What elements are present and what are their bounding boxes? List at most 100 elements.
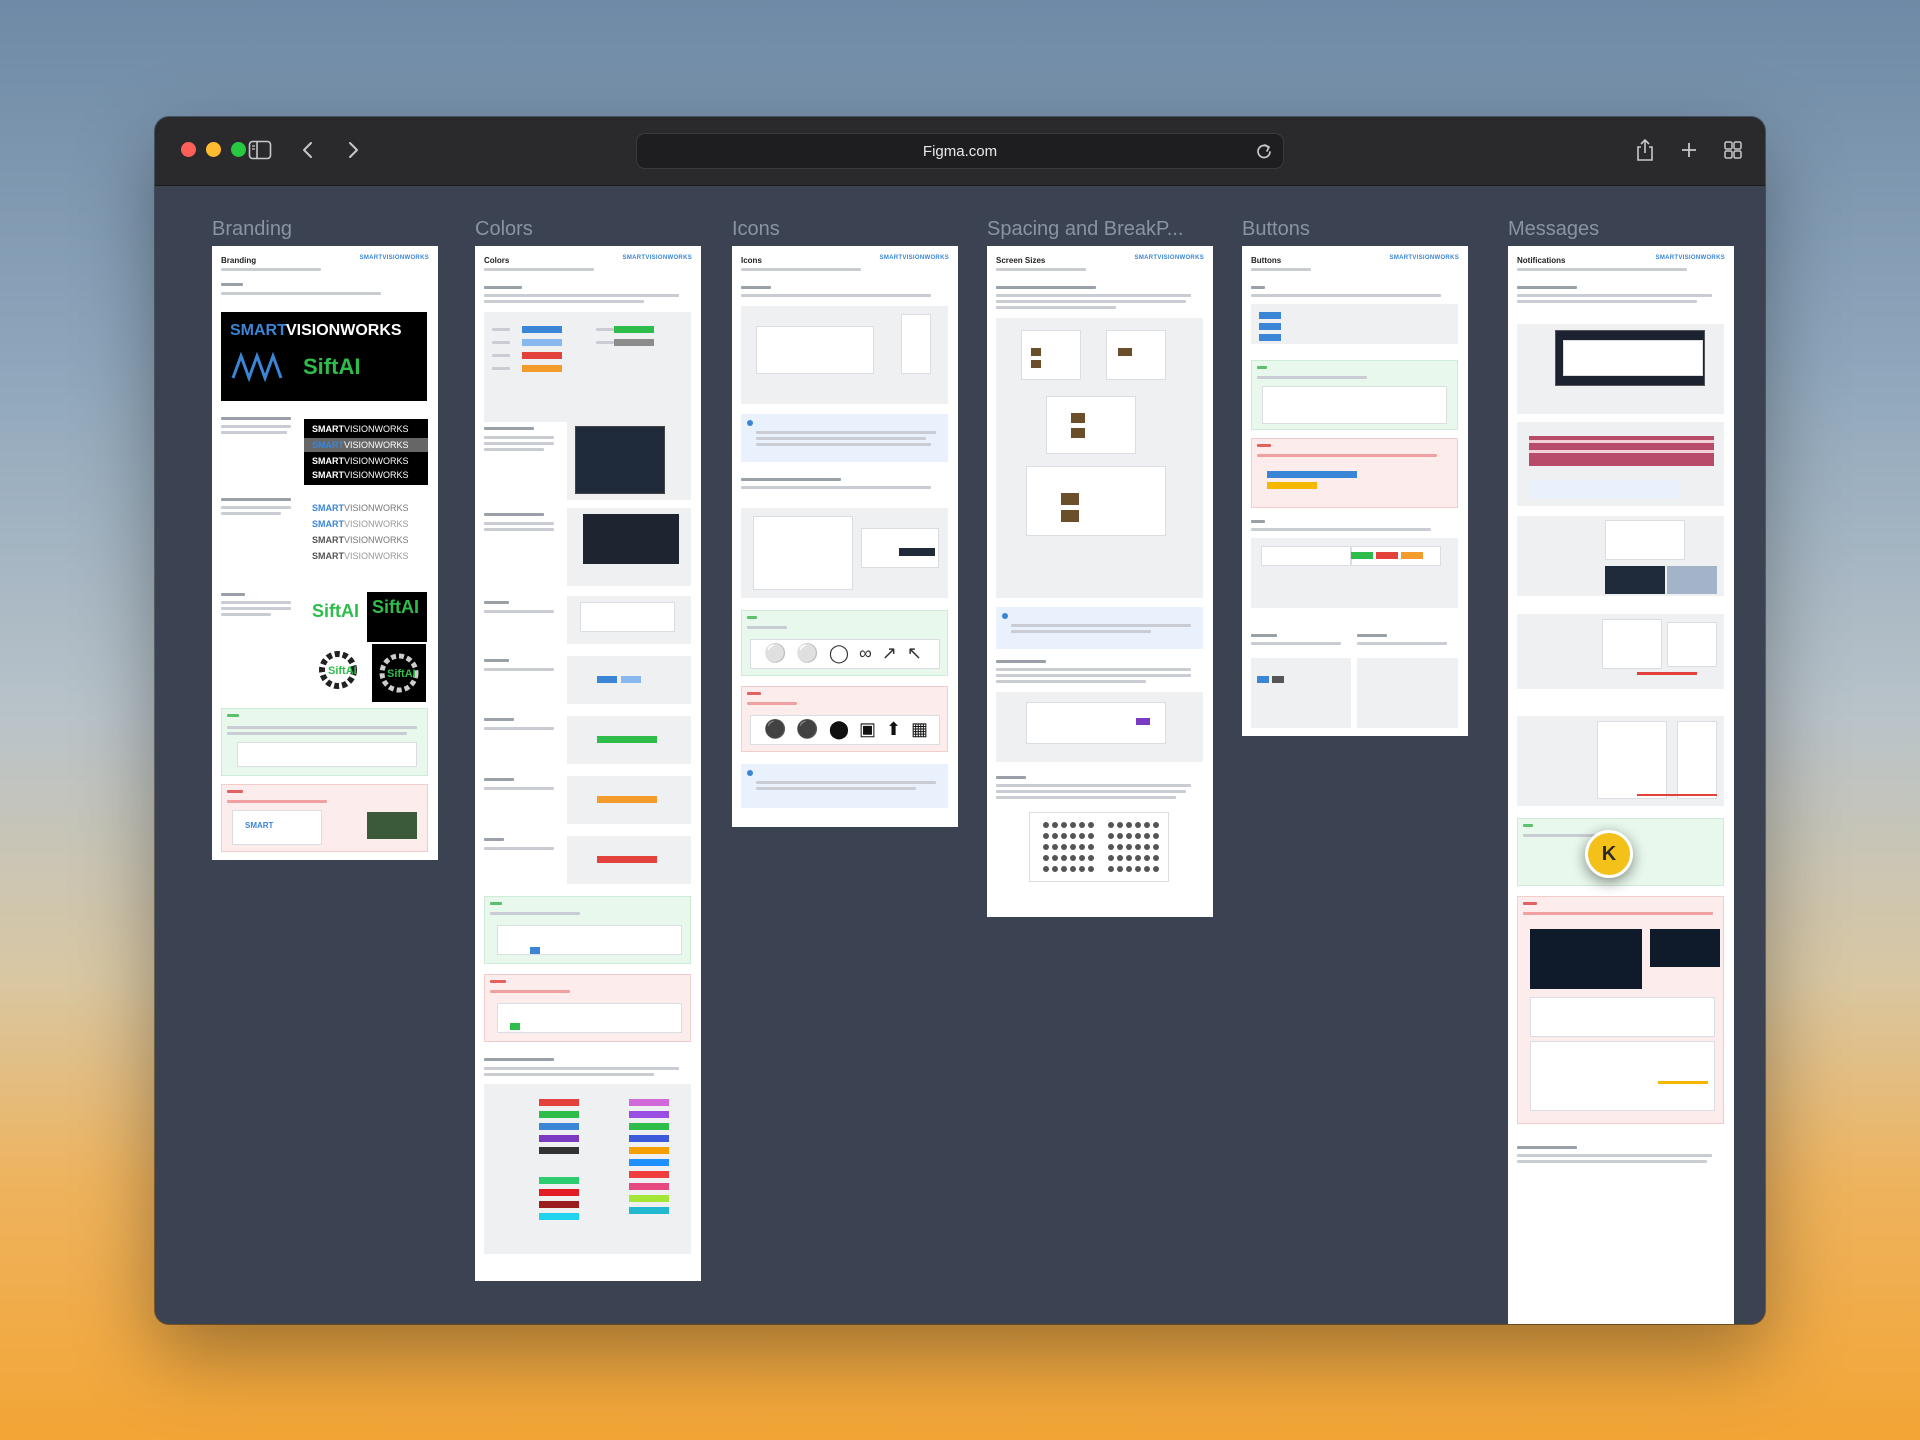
logo-banner: SMART VISIONWORKS SiftAI [221, 312, 427, 401]
spacing-dot [1126, 866, 1132, 872]
spacing-dot [1079, 866, 1085, 872]
spacing-grid [1029, 812, 1169, 882]
spacing-dot [1117, 822, 1123, 828]
spacing-dot [1108, 822, 1114, 828]
spacing-dot [1070, 855, 1076, 861]
frame-title-colors[interactable]: Colors [475, 218, 533, 241]
board-heading: Buttons [1251, 256, 1282, 265]
spacing-dot [1135, 855, 1141, 861]
spacing-dot [1144, 866, 1150, 872]
gear-icon: SiftAI [315, 647, 361, 698]
status-colors [484, 312, 691, 422]
spacing-dot [1117, 866, 1123, 872]
share-icon[interactable] [1630, 135, 1660, 165]
logo-visionworks: VISIONWORKS [286, 322, 402, 339]
browser-window: Figma.com Branding Branding SMARTVISIONW… [155, 117, 1765, 1324]
spacing-dot [1070, 833, 1076, 839]
spacing-dot [1070, 844, 1076, 850]
url-text: Figma.com [922, 142, 998, 160]
spacing-dot [1070, 866, 1076, 872]
do-icons: ⚪⚪◯∞↗↖ [741, 610, 948, 676]
close-window-button[interactable] [181, 142, 196, 157]
spacing-dot [1153, 855, 1159, 861]
sidebar-icon[interactable] [245, 135, 275, 165]
spacing-dot [1079, 855, 1085, 861]
spacing-dot [1088, 833, 1094, 839]
frame-title-messages[interactable]: Messages [1508, 218, 1599, 241]
board-spacing[interactable]: Screen Sizes SMARTVISIONWORKS [987, 246, 1213, 917]
spacing-dot [1088, 844, 1094, 850]
spacing-dot [1052, 855, 1058, 861]
board-icons[interactable]: Icons SMARTVISIONWORKS ⚪⚪◯∞↗↖ ⚫⚫⬤▣⬆▦ [732, 246, 958, 827]
address-bar[interactable]: Figma.com [636, 133, 1284, 169]
siftai-wave-icon [231, 351, 287, 387]
spacing-dot [1126, 822, 1132, 828]
spacing-dot [1117, 844, 1123, 850]
spacing-dot [1135, 822, 1141, 828]
zoom-window-button[interactable] [231, 142, 246, 157]
filled-icon-row: ⚫⚫⬤▣⬆▦ [764, 719, 939, 739]
spacing-dot [1043, 844, 1049, 850]
spacing-dot [1043, 855, 1049, 861]
chevron-right-icon[interactable] [338, 135, 368, 165]
spacing-dot [1135, 833, 1141, 839]
outline-icon-row: ⚪⚪◯∞↗↖ [764, 643, 932, 663]
spacing-dot [1135, 844, 1141, 850]
spacing-dot [1070, 822, 1076, 828]
figma-canvas[interactable]: Branding Branding SMARTVISIONWORKS SMART… [155, 186, 1765, 1324]
spacing-dot [1061, 833, 1067, 839]
tab-overview-icon[interactable] [1718, 135, 1748, 165]
board-heading: Branding [221, 256, 257, 265]
reload-icon[interactable] [1255, 141, 1273, 165]
dont-icons: ⚫⚫⬤▣⬆▦ [741, 686, 948, 752]
spacing-dot [1135, 866, 1141, 872]
spacing-dot [1061, 866, 1067, 872]
board-buttons[interactable]: Buttons SMARTVISIONWORKS [1242, 246, 1468, 736]
chevron-left-icon[interactable] [293, 135, 323, 165]
collaborator-cursor: K [1585, 830, 1633, 878]
spacing-dot [1126, 833, 1132, 839]
spacing-dot [1052, 822, 1058, 828]
board-heading: Colors [484, 256, 510, 265]
spacing-dot [1079, 833, 1085, 839]
board-colors[interactable]: Colors SMARTVISIONWORKS [475, 246, 701, 1281]
spacing-dot [1061, 855, 1067, 861]
spacing-dot [1061, 822, 1067, 828]
frame-title-icons[interactable]: Icons [732, 218, 780, 241]
spacing-dot [1117, 855, 1123, 861]
spacing-dot [1088, 855, 1094, 861]
board-heading: Icons [741, 256, 762, 265]
logo-smart: SMART [230, 322, 287, 339]
frame-title-buttons[interactable]: Buttons [1242, 218, 1310, 241]
plus-icon[interactable] [1674, 135, 1704, 165]
spacing-dot [1108, 833, 1114, 839]
spacing-dot [1079, 822, 1085, 828]
spacing-dot [1061, 844, 1067, 850]
frame-title-spacing[interactable]: Spacing and BreakP... [987, 218, 1183, 241]
spacing-dot [1108, 855, 1114, 861]
board-heading: Screen Sizes [996, 256, 1046, 265]
svg-text:SiftAI: SiftAI [328, 665, 357, 677]
board-messages[interactable]: Notifications SMARTVISIONWORKS [1508, 246, 1734, 1324]
gear-icon-dark: SiftAI [372, 644, 426, 702]
spacing-dot [1088, 866, 1094, 872]
logo-variants-dark: SMARTVISIONWORKS SMARTVISIONWORKS SMARTV… [304, 419, 428, 485]
brand-mark: SMARTVISIONWORKS [359, 255, 429, 261]
dont-example: SMART [221, 784, 428, 852]
spacing-dot [1144, 855, 1150, 861]
svg-text:SiftAI: SiftAI [387, 668, 416, 680]
spacing-dot [1153, 833, 1159, 839]
spacing-dot [1043, 866, 1049, 872]
board-heading: Notifications [1517, 256, 1566, 265]
spacing-dot [1126, 855, 1132, 861]
spacing-dot [1144, 833, 1150, 839]
frame-title-branding[interactable]: Branding [212, 218, 292, 241]
board-branding[interactable]: Branding SMARTVISIONWORKS SMART VISIONWO… [212, 246, 438, 860]
browser-toolbar: Figma.com [155, 117, 1765, 186]
spacing-dot [1052, 866, 1058, 872]
palette-swatches [484, 1084, 691, 1254]
minimize-window-button[interactable] [206, 142, 221, 157]
spacing-dot [1079, 844, 1085, 850]
logo-siftai: SiftAI [303, 354, 361, 379]
spacing-dot [1043, 833, 1049, 839]
